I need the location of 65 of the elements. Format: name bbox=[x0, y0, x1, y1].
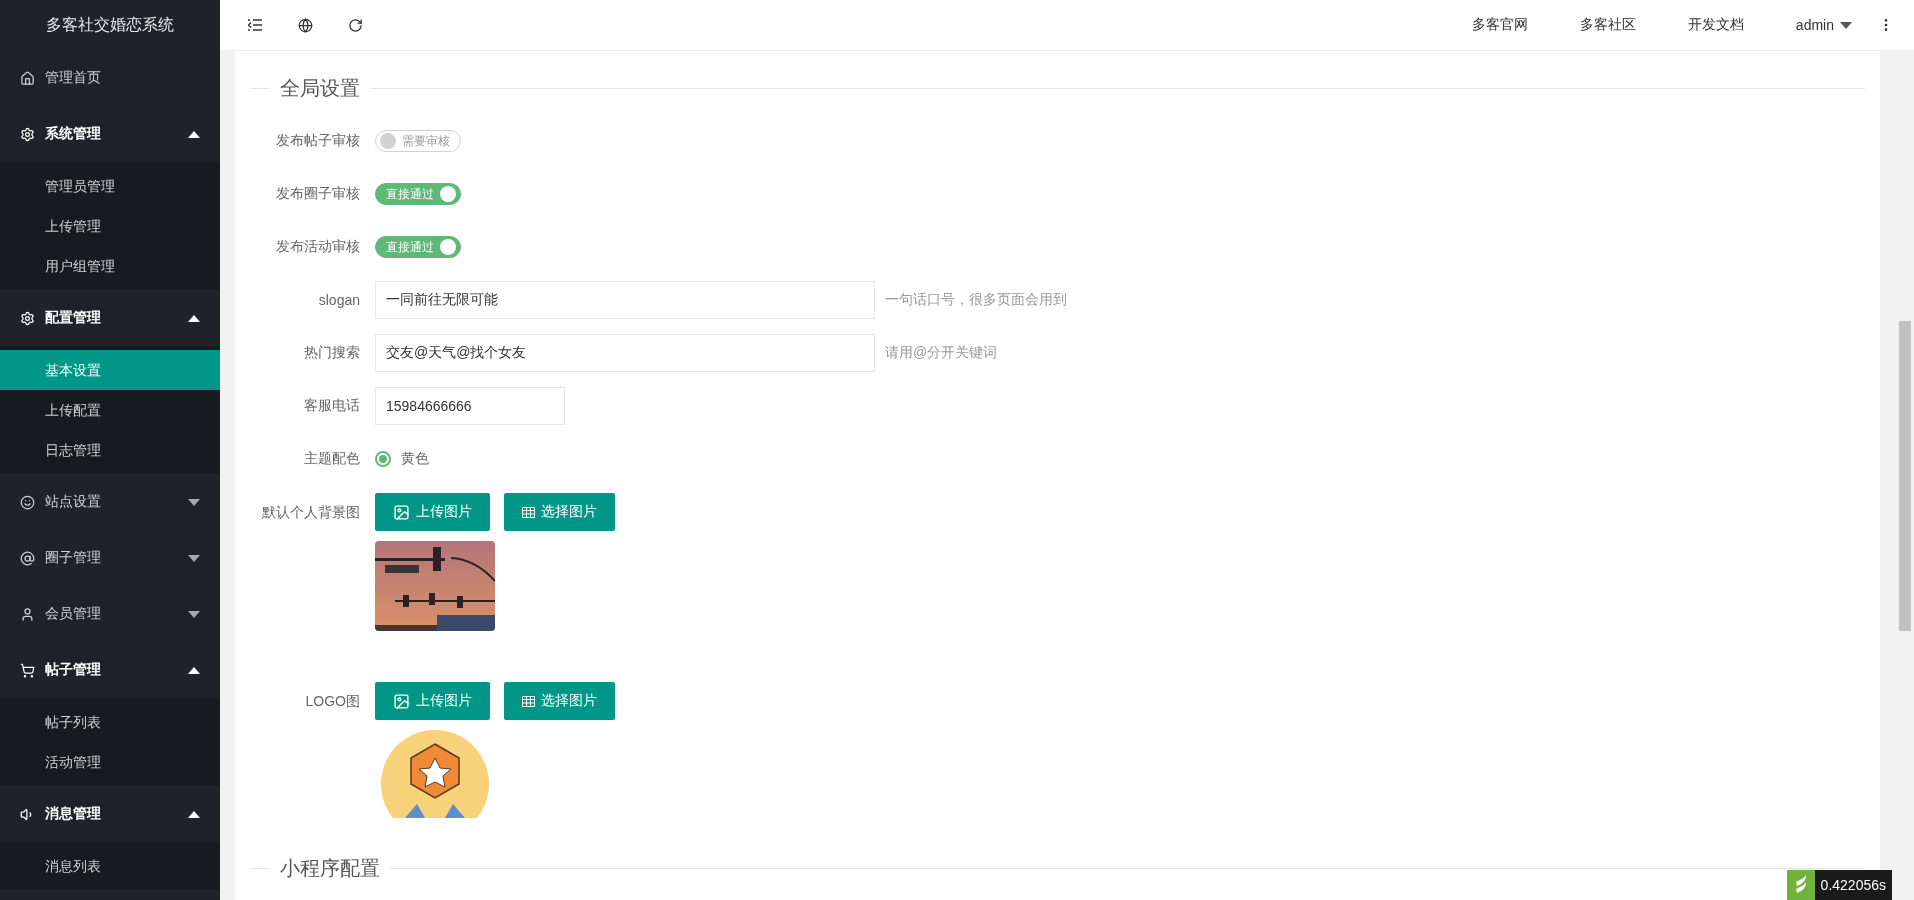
caret-icon bbox=[188, 314, 200, 322]
radio-option[interactable]: 黄色 bbox=[375, 450, 429, 468]
sidebar-subitem[interactable]: 帖子列表 bbox=[0, 702, 220, 742]
text-field[interactable]: 一同前往无限可能 bbox=[375, 281, 875, 319]
field-label: 发布活动审核 bbox=[275, 238, 361, 256]
sidebar-item[interactable]: 配置管理 bbox=[0, 290, 220, 346]
section-title: 全局设置 bbox=[280, 76, 360, 101]
user-menu[interactable]: admin bbox=[1795, 17, 1852, 33]
top-link[interactable]: 多客社区 bbox=[1579, 16, 1636, 34]
sidebar-subitem[interactable]: 上传管理 bbox=[0, 206, 220, 246]
menu-icon[interactable] bbox=[248, 19, 262, 31]
app-title: 多客社交婚恋系统 bbox=[45, 15, 175, 35]
field-label: 主题配色 bbox=[303, 450, 361, 468]
field-hint: 一句话口号，很多页面会用到 bbox=[885, 291, 1067, 309]
sidebar-subitem[interactable]: 日志管理 bbox=[0, 430, 220, 470]
grid-icon bbox=[522, 695, 535, 707]
sidebar-item[interactable]: 会员管理 bbox=[0, 586, 220, 642]
caret-icon bbox=[188, 498, 200, 506]
sidebar-item[interactable]: 圈子管理 bbox=[0, 530, 220, 586]
globe-icon[interactable] bbox=[297, 17, 313, 33]
field-label: slogan bbox=[317, 292, 361, 308]
top-link[interactable]: 开发文档 bbox=[1687, 16, 1744, 34]
menu-icon bbox=[20, 310, 35, 326]
image-icon bbox=[393, 503, 410, 521]
text-field[interactable]: 交友@天气@找个女友 bbox=[375, 334, 875, 372]
sidebar-item[interactable]: 管理首页 bbox=[0, 50, 220, 106]
caret-icon bbox=[1840, 21, 1852, 29]
sidebar-subitem[interactable]: 管理员管理 bbox=[0, 166, 220, 206]
menu-icon bbox=[20, 606, 35, 622]
timing-badge: 0.422056s bbox=[1786, 870, 1892, 900]
caret-icon bbox=[188, 130, 200, 138]
sidebar-item[interactable]: 站点设置 bbox=[0, 474, 220, 530]
top-link[interactable]: 多客官网 bbox=[1471, 16, 1528, 34]
upload-button[interactable]: 上传图片 bbox=[375, 682, 490, 720]
refresh-icon[interactable] bbox=[347, 17, 363, 33]
field-label: 发布帖子审核 bbox=[275, 132, 361, 150]
field-label: 客服电话 bbox=[303, 397, 361, 415]
sidebar-item[interactable]: 消息管理 bbox=[0, 786, 220, 842]
menu-icon bbox=[20, 662, 35, 678]
caret-icon bbox=[188, 554, 200, 562]
menu-icon bbox=[20, 550, 35, 566]
menu-icon bbox=[20, 494, 35, 510]
image-icon bbox=[393, 692, 410, 710]
caret-icon bbox=[188, 610, 200, 618]
sidebar-subitem[interactable]: 基本设置 bbox=[0, 350, 220, 390]
sidebar-subitem[interactable]: 上传配置 bbox=[0, 390, 220, 430]
section-title: 小程序配置 bbox=[280, 856, 380, 881]
sidebar-subitem[interactable]: 活动管理 bbox=[0, 742, 220, 782]
sidebar-item[interactable]: 帖子管理 bbox=[0, 642, 220, 698]
field-label: 默认个人背景图 bbox=[261, 503, 361, 522]
menu-icon bbox=[20, 126, 35, 142]
field-label: 热门搜索 bbox=[303, 344, 361, 362]
grid-icon bbox=[522, 506, 535, 518]
upload-button[interactable]: 上传图片 bbox=[375, 493, 490, 531]
choose-button[interactable]: 选择图片 bbox=[504, 682, 615, 720]
field-label: 发布圈子审核 bbox=[275, 185, 361, 203]
caret-icon bbox=[188, 810, 200, 818]
sidebar-subitem[interactable]: 用户组管理 bbox=[0, 246, 220, 286]
text-field[interactable]: 15984666666 bbox=[375, 387, 565, 425]
caret-icon bbox=[188, 666, 200, 674]
field-label: LOGO图 bbox=[304, 692, 361, 711]
sidebar-item[interactable]: 系统管理 bbox=[0, 106, 220, 162]
field-hint: 请用@分开关键词 bbox=[885, 344, 998, 362]
choose-button[interactable]: 选择图片 bbox=[504, 493, 615, 531]
menu-icon bbox=[20, 70, 35, 86]
